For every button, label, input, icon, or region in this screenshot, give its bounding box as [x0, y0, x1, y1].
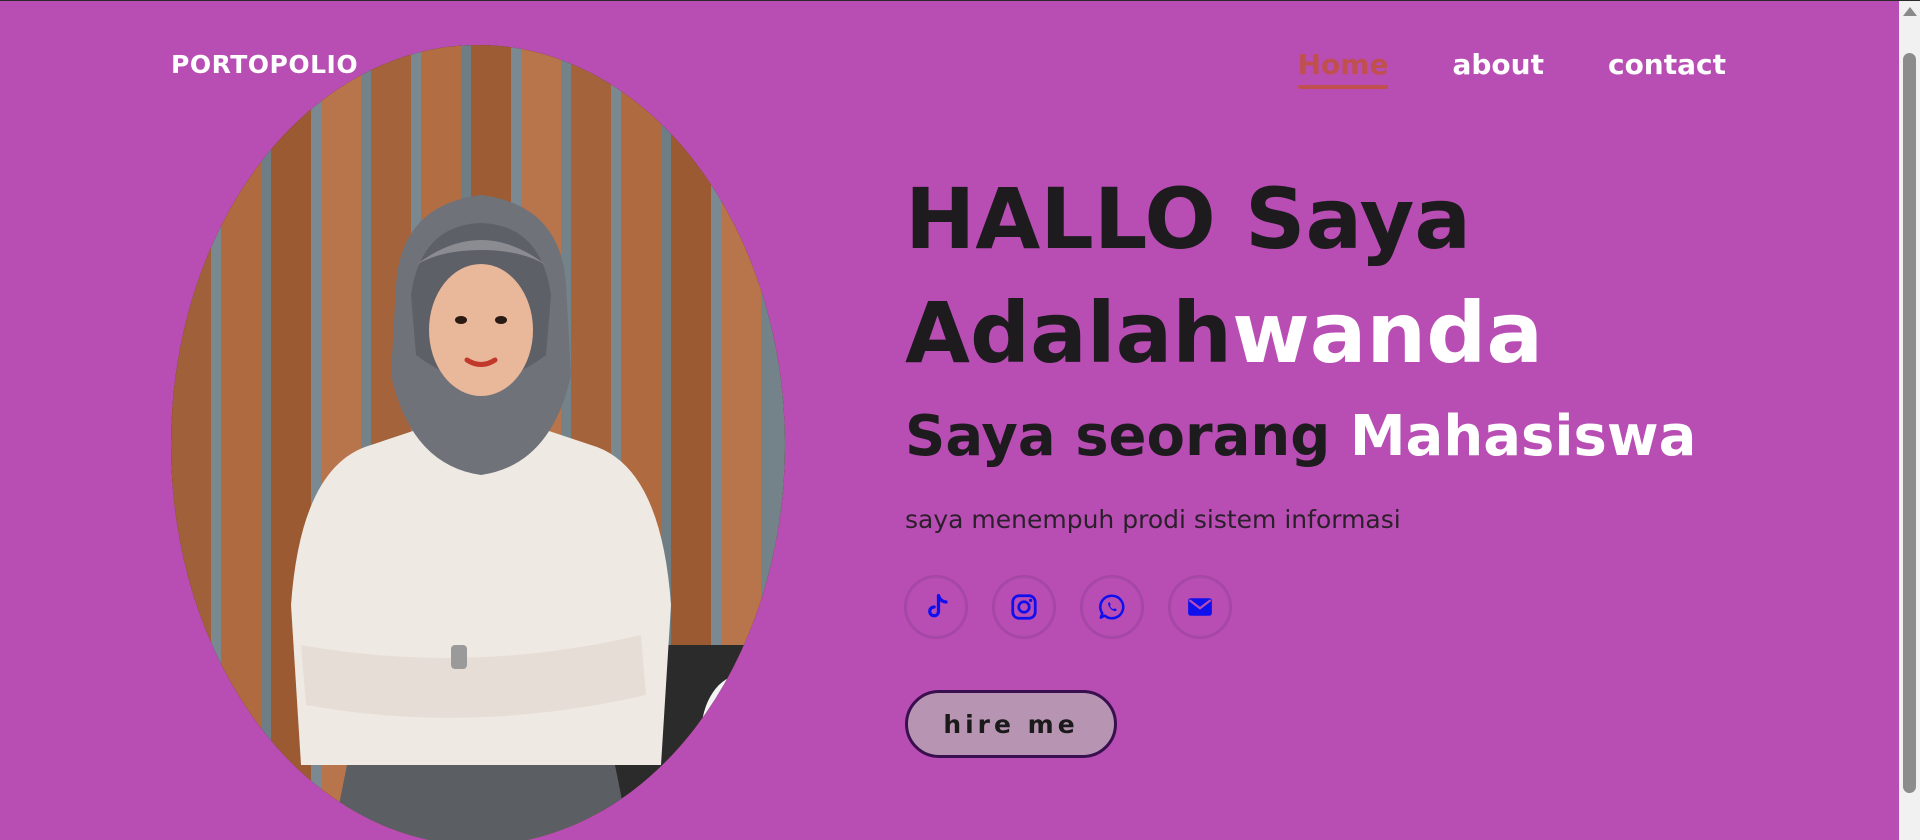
nav-contact[interactable]: contact — [1608, 48, 1726, 89]
hero-name: wanda — [1232, 284, 1544, 382]
hire-me-button[interactable]: hire me — [905, 690, 1117, 758]
site-logo[interactable]: PORTOPOLIO — [171, 50, 358, 79]
whatsapp-icon — [1099, 594, 1125, 620]
whatsapp-link[interactable] — [1081, 576, 1143, 638]
hero-description: saya menempuh prodi sistem informasi — [905, 505, 1401, 534]
instagram-icon — [1011, 594, 1037, 620]
hero-role-line: Saya seorang Mahasiswa — [905, 409, 1805, 465]
social-links — [905, 576, 1805, 638]
tiktok-icon — [928, 594, 948, 618]
profile-photo — [171, 45, 785, 840]
tiktok-link[interactable] — [905, 576, 967, 638]
hero-section: HALLO Saya Adalahwanda Saya seorang Maha… — [905, 171, 1805, 758]
hero-role: Mahasiswa — [1349, 404, 1697, 469]
email-icon — [1188, 598, 1212, 616]
scroll-up-arrow-icon[interactable] — [1903, 7, 1917, 16]
hero-role-prefix: Saya seorang — [905, 404, 1350, 469]
email-link[interactable] — [1169, 576, 1231, 638]
main-nav: Home about contact — [1297, 48, 1726, 89]
instagram-link[interactable] — [993, 576, 1055, 638]
hero-greeting: HALLO Saya — [905, 170, 1472, 268]
page: PORTOPOLIO Home about contact HALLO Saya… — [0, 0, 1920, 840]
nav-about[interactable]: about — [1452, 48, 1544, 89]
hero-intro-prefix: Adalah — [905, 284, 1233, 382]
hero-intro: Adalahwanda — [905, 291, 1805, 375]
vertical-scrollbar[interactable] — [1899, 1, 1920, 840]
scrollbar-thumb[interactable] — [1903, 53, 1916, 793]
nav-home[interactable]: Home — [1297, 48, 1388, 89]
